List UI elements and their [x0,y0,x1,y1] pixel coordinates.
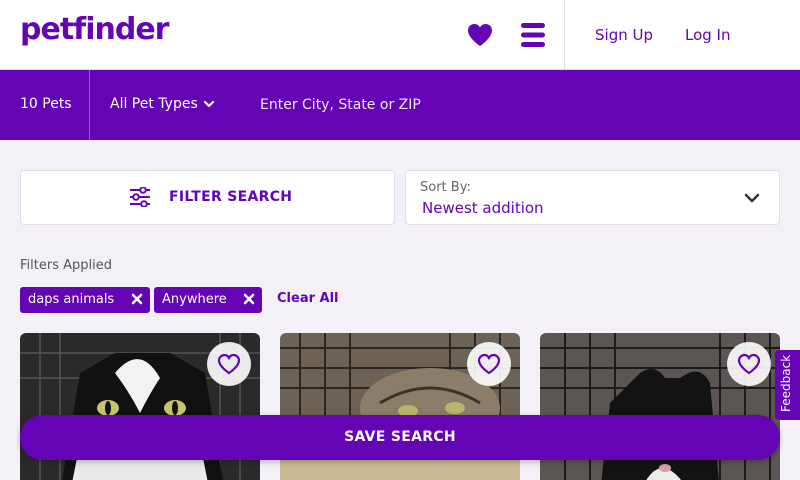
location-input[interactable] [250,90,550,120]
search-bar: 10 Pets All Pet Types [0,70,800,140]
heart-outline-icon [737,353,761,375]
sort-by-label: Sort By: [420,180,471,195]
filter-chip-daps-animals[interactable]: daps animals [20,287,150,313]
chevron-down-icon[interactable] [203,98,215,110]
filter-chip-label: Anywhere [162,292,227,307]
filter-chip-label: daps animals [28,292,115,307]
filter-search-label: FILTER SEARCH [169,189,293,205]
sort-by-value: Newest addition [422,199,544,217]
feedback-tab[interactable]: Feedback [775,350,800,420]
save-search-button[interactable]: SAVE SEARCH [20,415,780,460]
favorites-heart-icon[interactable] [466,21,494,49]
clear-all-link[interactable]: Clear All [277,291,339,306]
close-icon[interactable] [243,293,255,305]
site-header: petfinder Sign Up Log In [0,0,800,70]
heart-outline-icon [217,353,241,375]
favorite-button[interactable] [207,342,251,386]
sign-up-link[interactable]: Sign Up [595,26,653,44]
close-icon[interactable] [131,293,143,305]
filter-chip-anywhere[interactable]: Anywhere [154,287,262,313]
heart-outline-icon [477,353,501,375]
menu-icon[interactable] [521,22,545,48]
header-divider [564,0,565,70]
petfinder-logo[interactable]: petfinder [20,12,169,47]
sort-by-dropdown[interactable]: Sort By: Newest addition [405,170,780,225]
favorite-button[interactable] [467,342,511,386]
search-bar-divider [89,70,90,140]
sliders-icon [130,187,150,207]
filters-applied-heading: Filters Applied [20,258,112,273]
pet-type-dropdown[interactable]: All Pet Types [110,96,198,112]
favorite-button[interactable] [727,342,771,386]
log-in-link[interactable]: Log In [685,26,731,44]
chevron-down-icon [744,193,760,203]
pet-count: 10 Pets [20,96,72,112]
filter-search-button[interactable]: FILTER SEARCH [20,170,395,225]
feedback-label: Feedback [779,354,793,412]
